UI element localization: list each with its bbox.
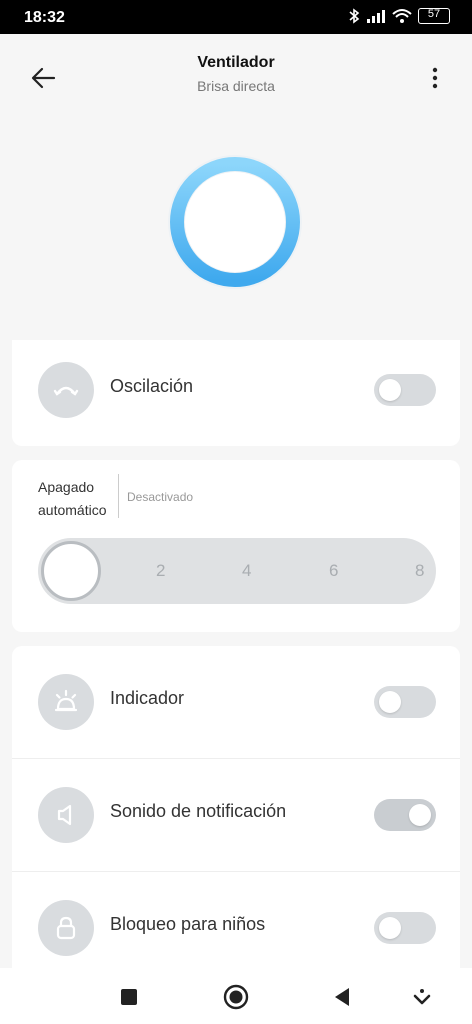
auto-off-card: Apagado automático Desactivado 2 4 6 8	[12, 460, 460, 632]
notification-sound-label: Sonido de notificación	[110, 801, 287, 821]
settings-card: Indicador Sonido de notificación Bloqueo…	[12, 646, 460, 986]
fan-ring-icon	[168, 155, 302, 289]
battery-level: 57	[427, 8, 441, 20]
battery-icon: 57	[418, 8, 450, 24]
auto-off-label: Apagado automático	[38, 476, 106, 522]
oscillation-toggle[interactable]	[374, 374, 436, 406]
assistant-button[interactable]	[407, 982, 437, 1012]
auto-off-divider	[118, 474, 119, 518]
lock-icon-circle	[38, 900, 94, 956]
indicator-row: Indicador	[12, 646, 460, 758]
triangle-back-icon	[335, 988, 349, 1006]
auto-off-label-line2: automático	[38, 502, 107, 518]
oscillation-label: Oscilación	[110, 376, 194, 396]
page-title: Ventilador	[197, 54, 275, 71]
oscillation-row: Oscilación	[12, 334, 460, 446]
speaker-icon	[57, 804, 72, 826]
status-time: 18:32	[24, 9, 65, 26]
slider-tick-8: 8	[415, 561, 425, 580]
top-bar: Ventilador Brisa directa	[0, 34, 472, 118]
home-button[interactable]	[221, 982, 251, 1012]
more-vertical-icon	[432, 67, 438, 89]
square-icon	[121, 989, 137, 1005]
status-bar: 18:32 57	[0, 0, 472, 34]
auto-off-label-line1: Apagado	[38, 479, 95, 495]
sound-icon-circle	[38, 787, 94, 843]
auto-off-slider[interactable]: 2 4 6 8	[38, 538, 436, 604]
bluetooth-icon	[349, 8, 360, 24]
slider-tick-2: 2	[156, 561, 166, 580]
recents-button[interactable]	[114, 982, 144, 1012]
more-options-button[interactable]	[420, 58, 450, 98]
toggle-knob	[379, 691, 401, 713]
indicator-label: Indicador	[110, 688, 185, 708]
signal-icon	[367, 10, 385, 23]
lock-icon	[56, 916, 76, 940]
toggle-knob	[409, 804, 431, 826]
power-ring[interactable]	[166, 153, 304, 291]
indicator-light-icon	[54, 689, 78, 712]
child-lock-label: Bloqueo para niños	[110, 914, 266, 934]
toggle-knob	[379, 917, 401, 939]
page-subtitle: Brisa directa	[197, 78, 275, 94]
oscillation-icon-circle	[38, 362, 94, 418]
notification-sound-toggle[interactable]	[374, 799, 436, 831]
slider-tick-6: 6	[329, 561, 339, 580]
indicator-icon-circle	[38, 674, 94, 730]
slider-tick-4: 4	[242, 561, 252, 580]
indicator-toggle[interactable]	[374, 686, 436, 718]
down-arrow-icon	[413, 989, 431, 1005]
system-back-button[interactable]	[327, 982, 357, 1012]
system-nav-bar	[0, 968, 472, 1024]
toggle-knob	[379, 379, 401, 401]
child-lock-toggle[interactable]	[374, 912, 436, 944]
wifi-icon	[392, 9, 412, 23]
slider-thumb[interactable]	[41, 541, 101, 601]
home-circle-icon	[223, 984, 249, 1010]
header-titles: Ventilador Brisa directa	[0, 54, 472, 94]
oscillation-card: Oscilación	[12, 340, 460, 446]
oscillation-icon	[53, 386, 79, 396]
notification-sound-row: Sonido de notificación	[12, 759, 460, 871]
status-icons: 57	[348, 8, 450, 24]
auto-off-status: Desactivado	[127, 490, 194, 504]
